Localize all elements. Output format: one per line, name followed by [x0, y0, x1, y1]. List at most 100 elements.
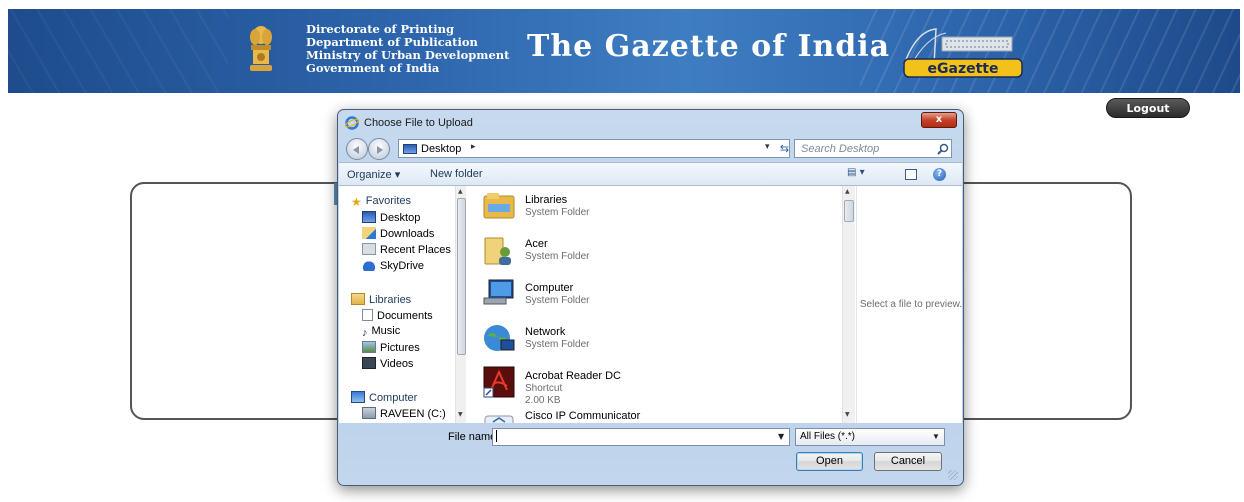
- scroll-down-icon[interactable]: ▼: [458, 411, 463, 418]
- network-icon: [484, 325, 515, 351]
- file-upload-dialog: Choose File to Upload x Desktop ▸ ▾ ⇆ Se…: [337, 109, 964, 486]
- nav-favorites[interactable]: ★ Favorites: [351, 195, 411, 210]
- scroll-up-icon[interactable]: ▲: [845, 188, 850, 195]
- nav-item-drive-c[interactable]: RAVEEN (C:): [362, 407, 446, 422]
- file-name-input[interactable]: [492, 428, 790, 446]
- nav-item-label: Music: [371, 325, 401, 337]
- internet-explorer-icon: [345, 116, 359, 130]
- text-caret: [496, 430, 497, 442]
- back-button[interactable]: [346, 138, 368, 160]
- pictures-icon: [362, 341, 376, 353]
- file-type-filter[interactable]: All Files (*.*) ▼: [795, 428, 945, 446]
- file-item-acrobat[interactable]: Acrobat Reader DC Shortcut 2.00 KB: [483, 364, 813, 408]
- cisco-icon: [484, 415, 514, 423]
- nav-item-pictures[interactable]: Pictures: [362, 341, 420, 356]
- scroll-down-icon[interactable]: ▼: [845, 411, 850, 418]
- nav-item-documents[interactable]: Documents: [362, 309, 433, 324]
- file-type: System Folder: [525, 251, 590, 262]
- file-list-scroll-thumb[interactable]: [844, 200, 854, 222]
- acrobat-icon: [483, 366, 515, 398]
- file-item-libraries[interactable]: Libraries System Folder: [483, 188, 813, 232]
- recent-places-icon: [362, 243, 376, 255]
- file-list-scrollbar[interactable]: ▲ ▼: [842, 186, 855, 423]
- file-type-filter-value: All Files (*.*): [800, 431, 856, 442]
- file-name: Acrobat Reader DC: [525, 370, 621, 382]
- star-icon: ★: [351, 195, 362, 209]
- nav-favorites-label: Favorites: [365, 195, 412, 207]
- dialog-title: Choose File to Upload: [364, 117, 473, 129]
- breadcrumb-chevron-icon[interactable]: ▸: [471, 142, 476, 152]
- search-icon[interactable]: [937, 143, 949, 155]
- navigation-pane: ★ Favorites Desktop Downloads Recent Plac…: [339, 186, 466, 423]
- nav-item-recent-places[interactable]: Recent Places: [362, 243, 451, 258]
- search-box[interactable]: Search Desktop: [794, 139, 952, 158]
- chevron-down-icon[interactable]: ▼: [932, 429, 940, 445]
- nav-item-music[interactable]: ♪ Music: [362, 325, 400, 340]
- desktop-icon: [362, 211, 376, 223]
- file-item-computer[interactable]: Computer System Folder: [483, 276, 813, 320]
- organization-lines: Directorate of Printing Department of Pu…: [306, 23, 509, 75]
- nav-item-videos[interactable]: Videos: [362, 357, 413, 372]
- computer-icon: [351, 391, 365, 403]
- header-banner: Directorate of Printing Department of Pu…: [8, 9, 1240, 93]
- close-button[interactable]: x: [921, 112, 957, 128]
- nav-item-label: Documents: [377, 310, 433, 322]
- file-type: System Folder: [525, 339, 590, 350]
- file-name: Cisco IP Communicator: [525, 410, 641, 422]
- drive-icon: [362, 407, 376, 419]
- dialog-content: ★ Favorites Desktop Downloads Recent Plac…: [339, 186, 962, 423]
- nav-libraries-label: Libraries: [369, 294, 412, 306]
- videos-icon: [362, 357, 376, 369]
- address-location[interactable]: Desktop: [421, 143, 461, 155]
- nav-item-label: SkyDrive: [380, 260, 425, 272]
- preview-placeholder: Select a file to preview.: [859, 299, 963, 310]
- file-name: Libraries: [525, 194, 568, 206]
- file-name-dropdown-icon[interactable]: ▼: [778, 432, 784, 441]
- nav-scroll-thumb[interactable]: [457, 198, 466, 355]
- nav-item-label: Recent Places: [380, 244, 451, 256]
- open-button[interactable]: Open: [796, 452, 863, 471]
- nav-item-downloads[interactable]: Downloads: [362, 227, 434, 242]
- refresh-icon[interactable]: ⇆: [779, 141, 790, 156]
- downloads-icon: [362, 227, 376, 239]
- nav-item-desktop[interactable]: Desktop: [362, 211, 420, 226]
- nav-libraries[interactable]: Libraries: [351, 293, 411, 308]
- new-folder-button[interactable]: New folder: [430, 168, 483, 180]
- address-dropdown-icon[interactable]: ▾: [765, 142, 770, 152]
- preview-pane-icon[interactable]: [905, 169, 917, 180]
- file-size: 2.00 KB: [525, 395, 561, 406]
- organize-menu[interactable]: Organize ▾: [347, 168, 400, 181]
- nav-item-label: RAVEEN (C:): [380, 408, 446, 420]
- resize-grip-icon[interactable]: [948, 470, 958, 480]
- computer-icon: [483, 279, 514, 305]
- dialog-toolbar: Organize ▾ New folder ▤ ▾ ?: [339, 162, 962, 186]
- address-bar[interactable]: Desktop ▸ ▾ ⇆: [398, 139, 790, 158]
- egazette-logo: eGazette: [902, 28, 1023, 78]
- change-view-icon[interactable]: ▤ ▾: [847, 167, 877, 182]
- libraries-folder-icon: [483, 193, 515, 219]
- file-item-cisco[interactable]: Cisco IP Communicator: [483, 410, 813, 423]
- help-icon[interactable]: ?: [933, 168, 946, 181]
- file-type: System Folder: [525, 207, 590, 218]
- cloud-icon: [362, 259, 376, 271]
- logout-button[interactable]: Logout: [1106, 98, 1190, 118]
- nav-computer-label: Computer: [369, 392, 418, 404]
- scroll-up-icon[interactable]: ▲: [458, 188, 463, 195]
- nav-computer[interactable]: Computer: [351, 391, 417, 406]
- nav-scrollbar[interactable]: ▲ ▼: [455, 186, 466, 423]
- cancel-button[interactable]: Cancel: [874, 452, 942, 471]
- nav-item-label: Videos: [380, 358, 414, 370]
- file-type: Shortcut: [525, 383, 563, 394]
- forward-button[interactable]: [368, 138, 390, 160]
- file-item-acer[interactable]: Acer System Folder: [483, 232, 813, 276]
- file-item-network[interactable]: Network System Folder: [483, 320, 813, 364]
- nav-item-skydrive[interactable]: SkyDrive: [362, 259, 424, 274]
- file-name: Network: [525, 326, 566, 338]
- egazette-logo-text: eGazette: [928, 61, 999, 77]
- nav-item-label: Desktop: [380, 212, 421, 224]
- nav-item-label: Pictures: [380, 342, 420, 354]
- libraries-icon: [351, 293, 365, 305]
- desktop-icon: [403, 144, 417, 154]
- search-input[interactable]: Search Desktop: [801, 143, 879, 155]
- file-list: Libraries System Folder Acer System Fold…: [473, 186, 842, 423]
